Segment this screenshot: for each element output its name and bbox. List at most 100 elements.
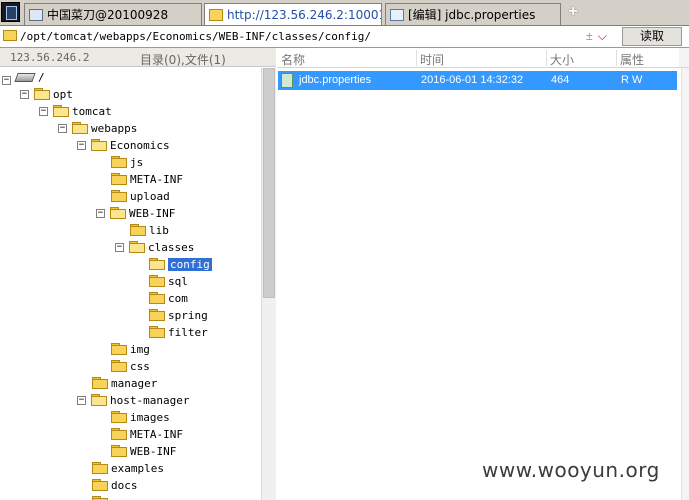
tree-node-label[interactable]: upload	[130, 190, 170, 203]
column-time[interactable]: 时间	[420, 51, 444, 68]
tree-node[interactable]: images	[111, 409, 170, 425]
tree-node[interactable]: css	[111, 358, 150, 374]
tree-node-label[interactable]: com	[168, 292, 188, 305]
tree-node[interactable]: img	[111, 341, 150, 357]
folder-icon	[111, 445, 127, 457]
tree-node-label[interactable]: manager	[111, 377, 157, 390]
column-divider[interactable]	[416, 50, 417, 66]
tree-node-label[interactable]: opt	[53, 88, 73, 101]
read-button[interactable]: 读取	[622, 27, 682, 46]
collapse-toggle[interactable]: −	[96, 208, 105, 218]
tree-node[interactable]: WEB-INF	[111, 443, 176, 459]
folder-icon	[111, 428, 127, 440]
tree-node[interactable]: filter	[149, 324, 208, 340]
tree-node-label[interactable]: webapps	[91, 122, 137, 135]
column-divider[interactable]	[616, 50, 617, 66]
folder-icon	[111, 411, 127, 423]
tree-node-label[interactable]: config	[168, 257, 212, 271]
tree-node-selected[interactable]: config	[149, 256, 212, 272]
host-label: 123.56.246.2	[10, 51, 90, 64]
tree-node[interactable]: lib	[130, 222, 169, 238]
collapse-toggle[interactable]: −	[39, 106, 48, 116]
folder-icon	[92, 496, 108, 500]
tree-node-label[interactable]: css	[130, 360, 150, 373]
tree-node[interactable]	[92, 494, 111, 500]
tree-node[interactable]: upload	[111, 188, 170, 204]
directory-tree: − / − opt − tomcat − webapps − Economics…	[0, 68, 261, 500]
tree-node-label[interactable]: js	[130, 156, 143, 169]
file-row[interactable]: jdbc.properties 2016-06-01 14:32:32 464 …	[278, 71, 677, 90]
tree-node[interactable]: sql	[149, 273, 188, 289]
tree-node-label[interactable]: sql	[168, 275, 188, 288]
tree-node-label[interactable]: Economics	[110, 139, 170, 152]
folder-icon	[209, 8, 223, 21]
sort-indicator	[679, 48, 689, 67]
folder-open-icon	[91, 394, 107, 406]
folder-open-icon	[149, 258, 165, 270]
tree-node-label[interactable]: classes	[148, 241, 194, 254]
column-divider[interactable]	[546, 50, 547, 66]
collapse-toggle[interactable]: −	[77, 140, 86, 150]
tree-node-label[interactable]: spring	[168, 309, 208, 322]
tree-node-label[interactable]: /	[38, 71, 45, 84]
tree-node-label[interactable]: lib	[149, 224, 169, 237]
folder-icon	[3, 30, 17, 41]
tree-node[interactable]: docs	[92, 477, 138, 493]
tree-node[interactable]: − host-manager	[77, 392, 189, 408]
tree-node[interactable]: − /	[2, 69, 45, 85]
tree-node-label[interactable]: WEB-INF	[129, 207, 175, 220]
tree-node-label[interactable]: docs	[111, 479, 138, 492]
folder-open-icon	[72, 122, 88, 134]
tree-node[interactable]: com	[149, 290, 188, 306]
tree-node-label[interactable]: META-INF	[130, 428, 183, 441]
tree-node-label[interactable]: tomcat	[72, 105, 112, 118]
new-tab-button[interactable]: +	[566, 3, 580, 21]
folder-icon	[111, 360, 127, 372]
tree-node-label[interactable]: images	[130, 411, 170, 424]
tree-node-label[interactable]: host-manager	[110, 394, 189, 407]
folder-icon	[149, 292, 165, 304]
tree-node-label[interactable]: META-INF	[130, 173, 183, 186]
tree-node[interactable]: manager	[92, 375, 157, 391]
tree-node-label[interactable]: WEB-INF	[130, 445, 176, 458]
tab-editor[interactable]: [编辑] jdbc.properties	[385, 3, 561, 25]
tree-node[interactable]: META-INF	[111, 171, 183, 187]
tree-scrollbar[interactable]	[261, 68, 276, 500]
app-menu-icon[interactable]	[1, 2, 20, 22]
chevron-down-icon[interactable]: ⌵	[598, 29, 607, 43]
file-list-header: 名称 时间 大小 属性	[277, 48, 689, 68]
file-list-scrollbar[interactable]	[681, 68, 689, 500]
folder-icon	[149, 309, 165, 321]
folder-icon	[92, 479, 108, 491]
tree-node[interactable]: − WEB-INF	[96, 205, 175, 221]
collapse-toggle[interactable]: −	[77, 395, 86, 405]
tree-node[interactable]: − Economics	[77, 137, 170, 153]
tab-file-manager[interactable]: http://123.56.246.2:10001/b...	[204, 3, 382, 25]
file-size: 464	[551, 74, 570, 86]
tree-node-label[interactable]: img	[130, 343, 150, 356]
tree-node[interactable]: spring	[149, 307, 208, 323]
tree-node-label[interactable]: filter	[168, 326, 208, 339]
tree-node-label[interactable]: examples	[111, 462, 164, 475]
tree-node[interactable]: examples	[92, 460, 164, 476]
tree-node[interactable]: − tomcat	[39, 103, 112, 119]
column-name[interactable]: 名称	[281, 51, 305, 68]
collapse-toggle[interactable]: −	[20, 89, 29, 99]
tree-node[interactable]: − webapps	[58, 120, 137, 136]
tree-node[interactable]: META-INF	[111, 426, 183, 442]
path-input[interactable]: /opt/tomcat/webapps/Economics/WEB-INF/cl…	[20, 30, 371, 43]
address-bar: /opt/tomcat/webapps/Economics/WEB-INF/cl…	[0, 26, 689, 48]
collapse-toggle[interactable]: −	[115, 242, 124, 252]
collapse-toggle[interactable]: −	[2, 75, 11, 85]
scrollbar-thumb[interactable]	[263, 68, 275, 298]
tree-node[interactable]: − opt	[20, 86, 73, 102]
plus-minus-icon: ±	[586, 29, 593, 43]
tree-node[interactable]: js	[111, 154, 143, 170]
tab-home[interactable]: 中国菜刀@20100928	[24, 3, 202, 25]
page-icon	[29, 8, 43, 21]
path-history-control[interactable]: ± ⌵	[586, 29, 607, 44]
collapse-toggle[interactable]: −	[58, 123, 67, 133]
column-size[interactable]: 大小	[550, 51, 574, 68]
column-attr[interactable]: 属性	[620, 51, 644, 68]
tree-node[interactable]: − classes	[115, 239, 194, 255]
